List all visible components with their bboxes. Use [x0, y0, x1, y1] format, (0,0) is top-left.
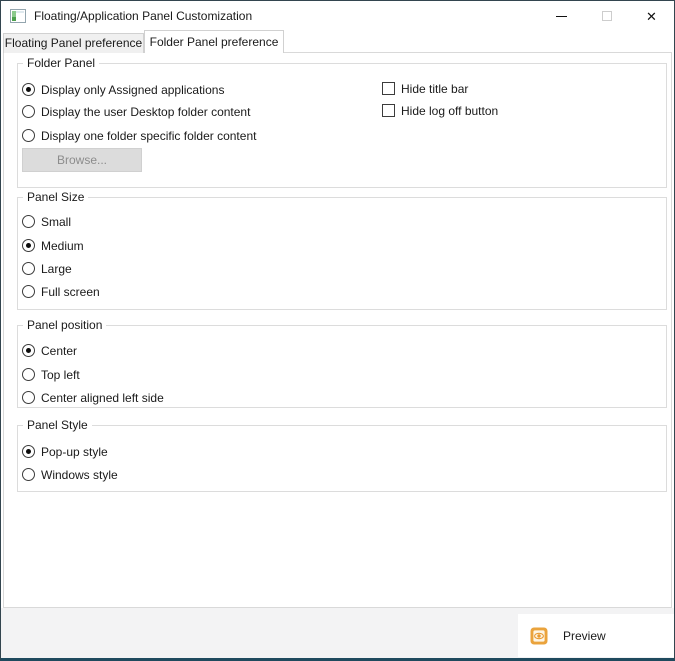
radio-label: Display one folder specific folder conte…: [41, 129, 256, 143]
radio-icon: [22, 83, 35, 96]
radio-style-popup[interactable]: Pop-up style: [22, 444, 108, 459]
radio-display-specific-folder[interactable]: Display one folder specific folder conte…: [22, 128, 256, 143]
radio-size-small[interactable]: Small: [22, 214, 71, 229]
app-icon: [10, 8, 26, 24]
radio-icon: [22, 391, 35, 404]
title-bar: Floating/Application Panel Customization…: [1, 1, 674, 31]
group-folder-panel: Folder Panel Display only Assigned appli…: [17, 63, 667, 188]
group-title: Panel Size: [23, 190, 88, 204]
radio-label: Medium: [41, 239, 84, 253]
checkbox-label: Hide title bar: [401, 82, 468, 96]
radio-position-center-left[interactable]: Center aligned left side: [22, 390, 164, 405]
footer-bar: Preview: [1, 608, 674, 658]
group-panel-style: Panel Style Pop-up style Windows style: [17, 425, 667, 492]
group-title: Panel position: [23, 318, 106, 332]
radio-icon: [22, 285, 35, 298]
preview-eye-icon: [530, 627, 548, 645]
group-panel-position: Panel position Center Top left Center al…: [17, 325, 667, 408]
radio-style-windows[interactable]: Windows style: [22, 467, 118, 482]
radio-label: Large: [41, 262, 72, 276]
radio-label: Display only Assigned applications: [41, 83, 224, 97]
checkbox-icon: [382, 82, 395, 95]
dialog-window: Floating/Application Panel Customization…: [0, 0, 675, 661]
radio-position-center[interactable]: Center: [22, 343, 77, 358]
checkbox-hide-title-bar[interactable]: Hide title bar: [382, 81, 468, 96]
window-title: Floating/Application Panel Customization: [34, 1, 252, 31]
radio-size-medium[interactable]: Medium: [22, 238, 84, 253]
radio-label: Display the user Desktop folder content: [41, 105, 250, 119]
radio-icon: [22, 344, 35, 357]
radio-icon: [22, 239, 35, 252]
radio-icon: [22, 445, 35, 458]
maximize-button[interactable]: [584, 1, 629, 31]
radio-size-large[interactable]: Large: [22, 261, 72, 276]
browse-button[interactable]: Browse...: [22, 148, 142, 172]
radio-icon: [22, 105, 35, 118]
group-title: Folder Panel: [23, 56, 99, 70]
radio-label: Small: [41, 215, 71, 229]
checkbox-icon: [382, 104, 395, 117]
radio-label: Top left: [41, 368, 80, 382]
radio-size-full-screen[interactable]: Full screen: [22, 284, 100, 299]
close-button[interactable]: ✕: [629, 1, 674, 31]
radio-icon: [22, 468, 35, 481]
radio-display-desktop-folder[interactable]: Display the user Desktop folder content: [22, 104, 250, 119]
radio-label: Center: [41, 344, 77, 358]
radio-position-top-left[interactable]: Top left: [22, 367, 80, 382]
minimize-icon: [556, 16, 567, 17]
radio-label: Pop-up style: [41, 445, 108, 459]
tab-folder-panel-preference[interactable]: Folder Panel preference: [144, 30, 284, 53]
radio-display-assigned[interactable]: Display only Assigned applications: [22, 82, 224, 97]
preview-button[interactable]: Preview: [518, 614, 674, 657]
radio-icon: [22, 129, 35, 142]
radio-icon: [22, 262, 35, 275]
group-title: Panel Style: [23, 418, 92, 432]
radio-label: Full screen: [41, 285, 100, 299]
radio-icon: [22, 368, 35, 381]
checkbox-label: Hide log off button: [401, 104, 498, 118]
radio-label: Windows style: [41, 468, 118, 482]
checkbox-hide-log-off[interactable]: Hide log off button: [382, 103, 498, 118]
preview-label: Preview: [563, 629, 606, 643]
group-panel-size: Panel Size Small Medium Large Full scree…: [17, 197, 667, 310]
radio-label: Center aligned left side: [41, 391, 164, 405]
close-icon: ✕: [646, 10, 657, 23]
tab-floating-panel-preference[interactable]: Floating Panel preference: [3, 33, 144, 53]
radio-icon: [22, 215, 35, 228]
tab-page: Folder Panel Display only Assigned appli…: [3, 52, 672, 608]
maximize-icon: [602, 11, 612, 21]
minimize-button[interactable]: [539, 1, 584, 31]
